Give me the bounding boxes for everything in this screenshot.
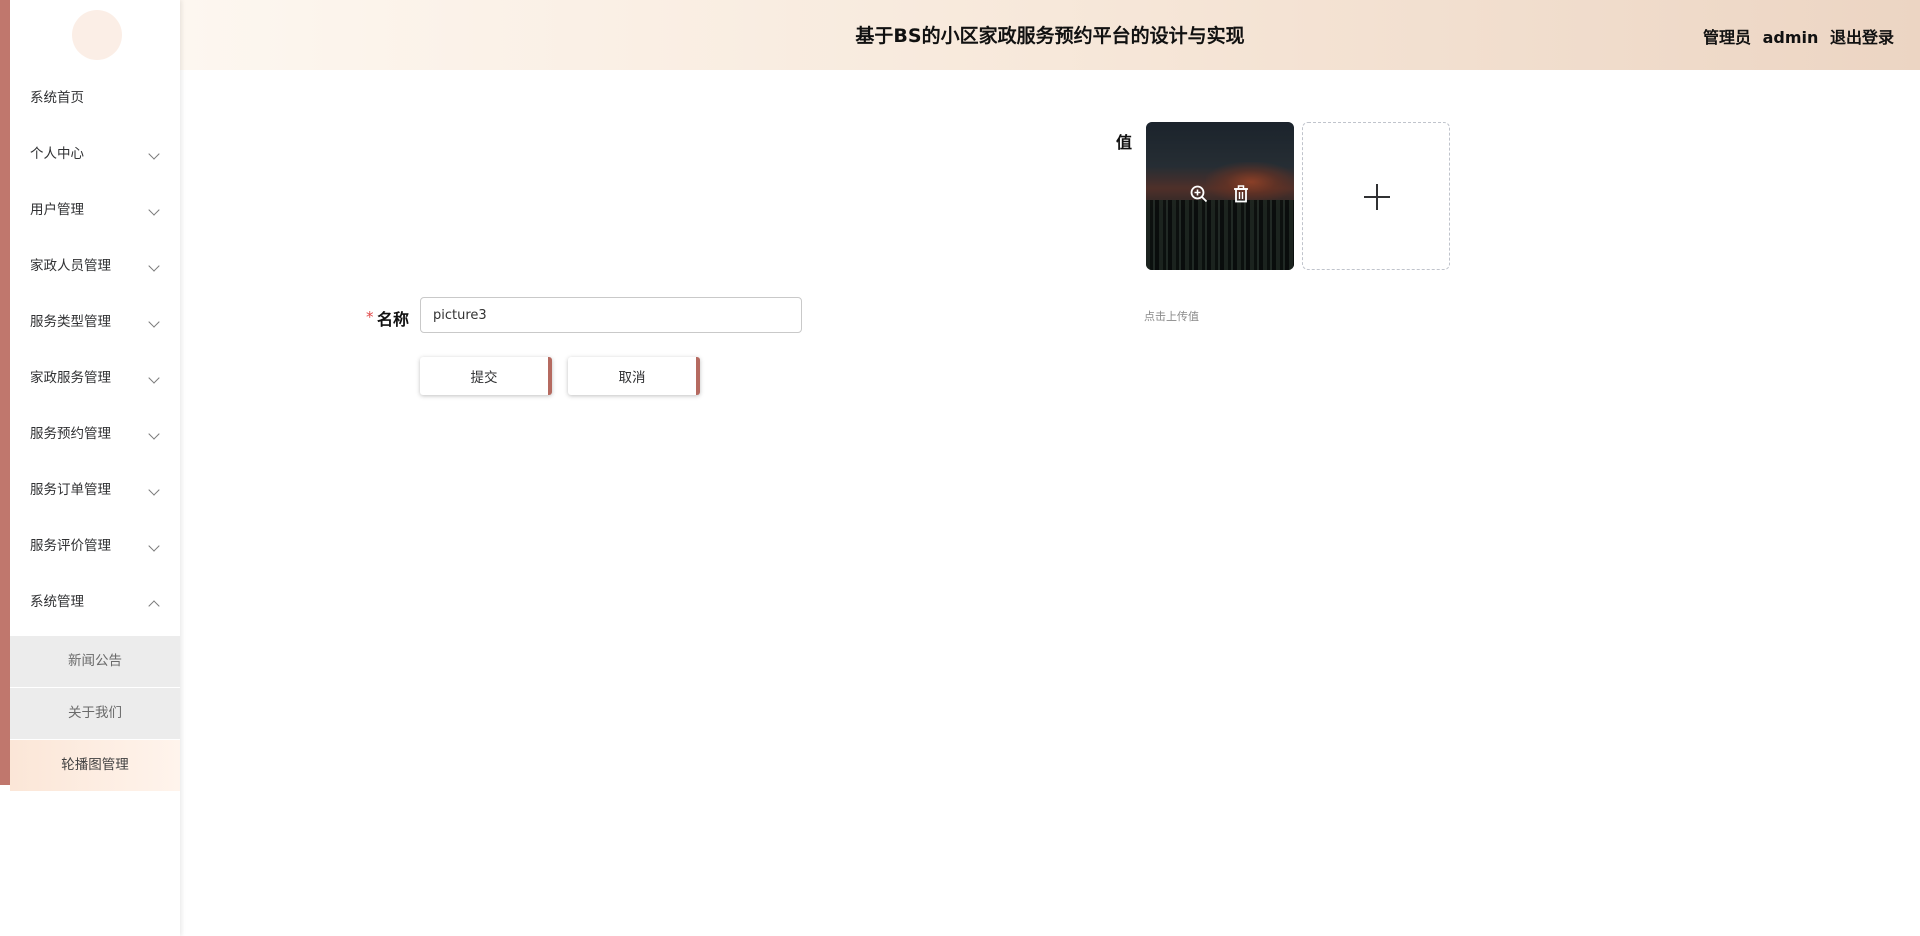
sidebar-item-home[interactable]: 系统首页 — [10, 76, 180, 132]
sidebar-item-label: 个人中心 — [30, 146, 84, 162]
sidebar-subitem-label: 新闻公告 — [68, 653, 122, 669]
chevron-down-icon — [148, 372, 160, 384]
sidebar-subitem-about-us[interactable]: 关于我们 — [10, 688, 180, 740]
chevron-down-icon — [148, 316, 160, 328]
sidebar-item-service-type-management[interactable]: 服务类型管理 — [10, 300, 180, 356]
chevron-down-icon — [148, 260, 160, 272]
upload-hint: 点击上传值 — [1144, 310, 1199, 323]
plus-icon — [1364, 184, 1390, 210]
avatar — [72, 10, 122, 60]
sidebar-subitem-label: 关于我们 — [68, 705, 122, 721]
logout-link[interactable]: 退出登录 — [1830, 28, 1894, 47]
zoom-in-icon[interactable] — [1189, 184, 1209, 204]
sidebar-item-label: 家政服务管理 — [30, 370, 111, 386]
sidebar-item-review-management[interactable]: 服务评价管理 — [10, 524, 180, 580]
required-asterisk: * — [366, 308, 374, 326]
chevron-up-icon — [148, 600, 160, 612]
sidebar-item-booking-management[interactable]: 服务预约管理 — [10, 412, 180, 468]
name-input[interactable] — [420, 297, 802, 333]
sidebar-item-label: 服务订单管理 — [30, 482, 111, 498]
sidebar-item-label: 家政人员管理 — [30, 258, 111, 274]
sidebar-item-system-management[interactable]: 系统管理 — [10, 580, 180, 636]
username: admin — [1762, 28, 1819, 47]
sidebar-item-label: 系统首页 — [30, 90, 84, 106]
uploaded-image-thumbnail[interactable] — [1146, 122, 1294, 270]
delete-icon[interactable] — [1231, 184, 1251, 204]
sidebar-item-label: 服务类型管理 — [30, 314, 111, 330]
thumbnail-actions — [1146, 184, 1294, 208]
chevron-down-icon — [148, 148, 160, 160]
cancel-button[interactable]: 取消 — [568, 357, 700, 395]
sidebar-item-personal-center[interactable]: 个人中心 — [10, 132, 180, 188]
upload-add-button[interactable] — [1302, 122, 1450, 270]
sidebar-item-housekeeping-service-management[interactable]: 家政服务管理 — [10, 356, 180, 412]
sidebar: 系统首页 个人中心 用户管理 家政人员管理 服务类型管理 家政服务管理 服务预约… — [0, 0, 180, 936]
sidebar-accent-bar — [0, 0, 10, 785]
user-role: 管理员 — [1703, 28, 1752, 47]
value-label: 值 — [1116, 133, 1133, 152]
chevron-down-icon — [148, 428, 160, 440]
sidebar-subitem-carousel[interactable]: 轮播图管理 — [10, 740, 180, 792]
header-user-area: 管理员 admin 退出登录 — [1697, 0, 1894, 76]
top-header: 基于BS的小区家政服务预约平台的设计与实现 管理员 admin 退出登录 — [180, 0, 1920, 70]
chevron-down-icon — [148, 540, 160, 552]
name-label: 名称 — [377, 310, 410, 329]
sidebar-subitem-label: 轮播图管理 — [61, 757, 129, 773]
sidebar-item-order-management[interactable]: 服务订单管理 — [10, 468, 180, 524]
sidebar-menu: 系统首页 个人中心 用户管理 家政人员管理 服务类型管理 家政服务管理 服务预约… — [10, 76, 180, 792]
sidebar-item-label: 系统管理 — [30, 594, 84, 610]
sidebar-item-housekeeper-management[interactable]: 家政人员管理 — [10, 244, 180, 300]
sidebar-item-label: 服务预约管理 — [30, 426, 111, 442]
sidebar-item-user-management[interactable]: 用户管理 — [10, 188, 180, 244]
chevron-down-icon — [148, 204, 160, 216]
chevron-down-icon — [148, 484, 160, 496]
submit-button[interactable]: 提交 — [420, 357, 552, 395]
sidebar-item-label: 用户管理 — [30, 202, 84, 218]
page-title: 基于BS的小区家政服务预约平台的设计与实现 — [855, 25, 1245, 47]
main-content: * 名称 提交 取消 值 — [180, 70, 1920, 936]
sidebar-subitem-news[interactable]: 新闻公告 — [10, 636, 180, 688]
sidebar-item-label: 服务评价管理 — [30, 538, 111, 554]
sidebar-inner: 系统首页 个人中心 用户管理 家政人员管理 服务类型管理 家政服务管理 服务预约… — [10, 0, 180, 936]
